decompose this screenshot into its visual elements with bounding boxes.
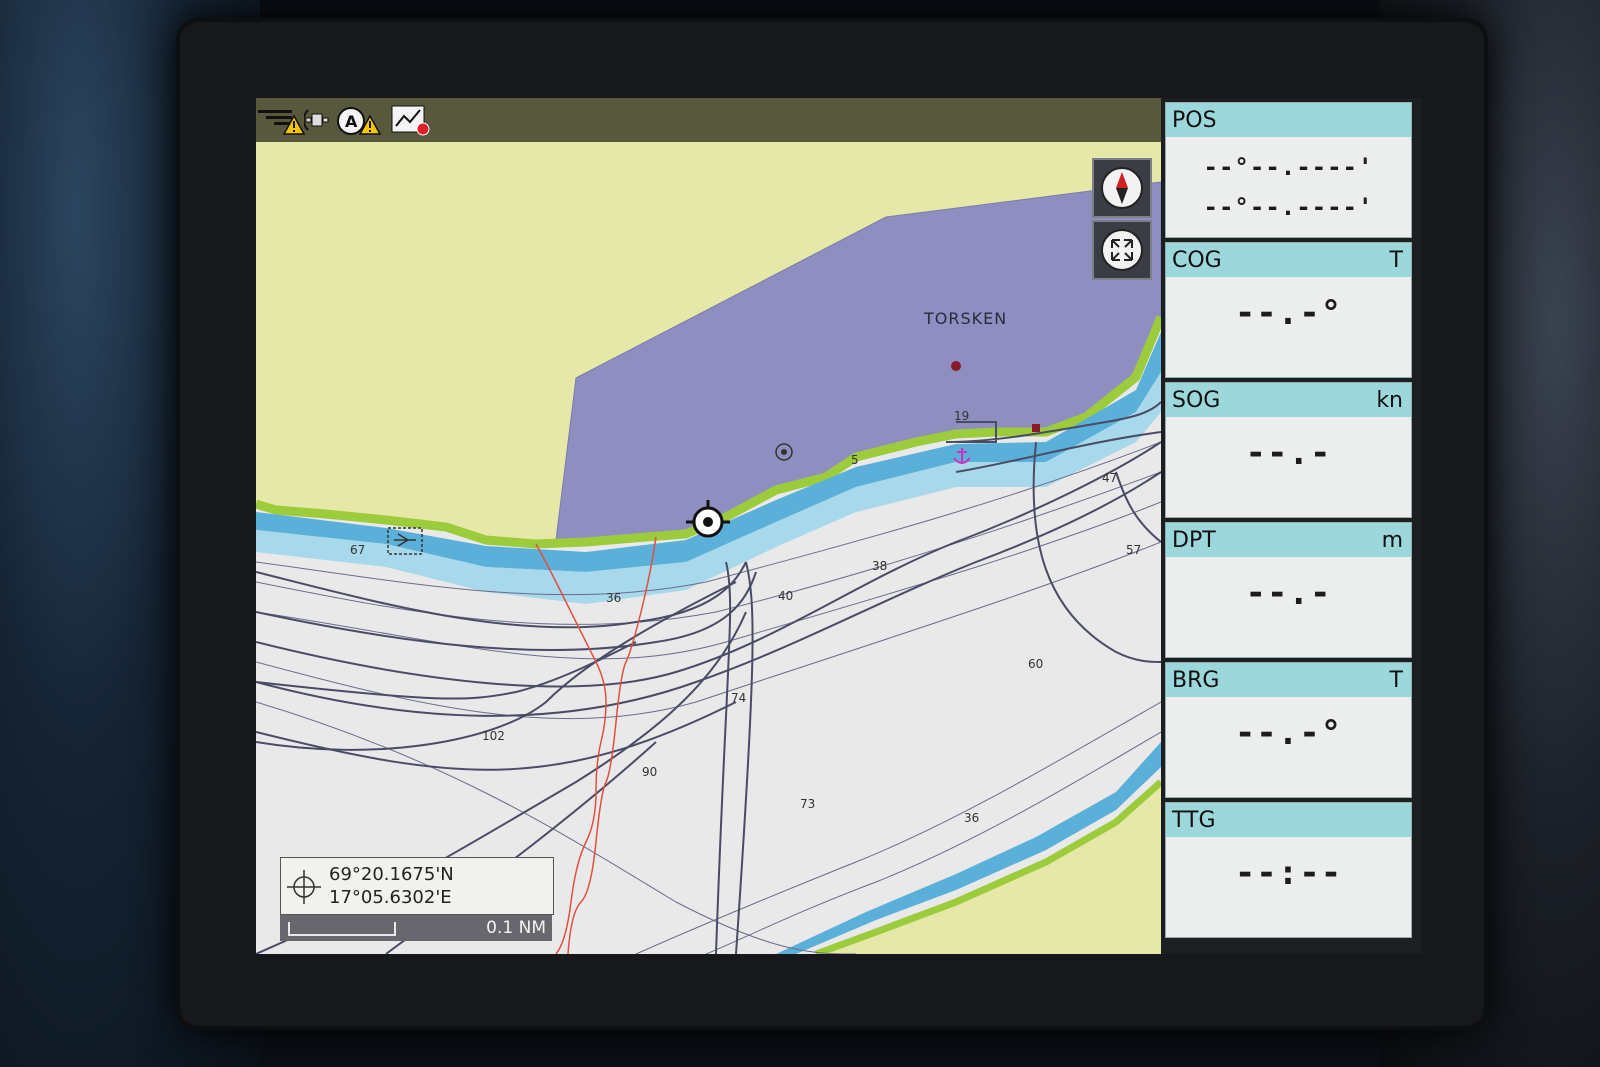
chartplotter-screen: A 19 5 67 36 40 38 57 60 74 102 90 73 36…: [256, 98, 1422, 954]
pos-latitude: --°--.----': [1203, 153, 1374, 181]
panel-title: SOG: [1172, 388, 1221, 413]
panel-value: --.-°: [1234, 293, 1343, 333]
scale-line: [288, 922, 396, 936]
depth-sounding: 102: [482, 729, 505, 743]
panel-value-latitude: --°--.----' --°--.----': [1166, 147, 1411, 227]
data-panel-ttg[interactable]: TTG --:--: [1165, 802, 1412, 938]
depth-sounding: 40: [778, 589, 793, 603]
depth-sounding: 36: [964, 811, 979, 825]
cursor-longitude: 17°05.6302'E: [329, 887, 452, 908]
status-bar: A: [256, 98, 1161, 142]
place-label: TORSKEN: [923, 309, 1007, 328]
nautical-chart[interactable]: 19 5 67 36 40 38 57 60 74 102 90 73 36 4…: [256, 142, 1161, 954]
panel-unit: m: [1381, 528, 1403, 553]
panel-unit: T: [1389, 248, 1403, 273]
data-panel-cog[interactable]: COG T --.-°: [1165, 242, 1412, 378]
north-up-button[interactable]: [1092, 158, 1152, 218]
fullscreen-button[interactable]: [1092, 220, 1152, 280]
panel-title: DPT: [1172, 528, 1216, 553]
depth-sounding: 73: [800, 797, 815, 811]
north-arrow-icon: [1101, 167, 1143, 209]
gps-warning-icon[interactable]: [256, 102, 306, 138]
depth-sounding: 57: [1126, 543, 1141, 557]
track-record-icon[interactable]: [390, 102, 432, 138]
panel-value: --.-°: [1234, 713, 1343, 753]
cursor-position-box[interactable]: 69°20.1675'N 17°05.6302'E: [280, 857, 554, 915]
depth-sounding: 90: [642, 765, 657, 779]
panel-header: BRG T: [1166, 663, 1411, 697]
panel-value: --.-: [1245, 573, 1332, 613]
depth-sounding: 74: [731, 691, 746, 705]
data-panel-brg[interactable]: BRG T --.-°: [1165, 662, 1412, 798]
panel-header: DPT m: [1166, 523, 1411, 557]
cursor-latitude: 69°20.1675'N: [329, 864, 454, 885]
data-panel-dpt[interactable]: DPT m --.-: [1165, 522, 1412, 658]
panel-value: --.-: [1245, 433, 1332, 473]
panel-header: COG T: [1166, 243, 1411, 277]
depth-sounding: 36: [606, 591, 621, 605]
panel-header: SOG kn: [1166, 383, 1411, 417]
scale-label: 0.1 NM: [486, 918, 546, 938]
scale-bar: 0.1 NM: [280, 915, 552, 941]
depth-sounding: 19: [954, 409, 969, 423]
panel-title: COG: [1172, 248, 1222, 273]
panel-unit: T: [1389, 668, 1403, 693]
depth-sounding: 60: [1028, 657, 1043, 671]
data-sidebar: POS --°--.----' --°--.----' COG T --.-° …: [1161, 98, 1422, 954]
panel-title: TTG: [1172, 808, 1216, 833]
pos-longitude: --°--.----': [1203, 193, 1374, 221]
depth-sounding: 5: [851, 453, 859, 467]
crosshair-icon: [287, 870, 321, 908]
panel-header: POS: [1166, 103, 1411, 137]
harbour-marker[interactable]: [1032, 424, 1040, 432]
panel-title: BRG: [1172, 668, 1220, 693]
data-panel-pos[interactable]: POS --°--.----' --°--.----': [1165, 102, 1412, 238]
depth-sounding: 47: [1102, 471, 1117, 485]
depth-sounding: 38: [872, 559, 887, 573]
satellite-icon[interactable]: [304, 102, 334, 138]
expand-icon: [1101, 229, 1143, 271]
svg-text:A: A: [345, 112, 358, 131]
data-panel-sog[interactable]: SOG kn --.-: [1165, 382, 1412, 518]
autopilot-warning-icon[interactable]: A: [336, 102, 382, 138]
panel-title: POS: [1172, 108, 1217, 133]
depth-sounding: 67: [350, 543, 365, 557]
panel-value: --:--: [1234, 853, 1343, 893]
panel-unit: kn: [1376, 388, 1403, 413]
panel-header: TTG: [1166, 803, 1411, 837]
place-marker[interactable]: [951, 361, 961, 371]
